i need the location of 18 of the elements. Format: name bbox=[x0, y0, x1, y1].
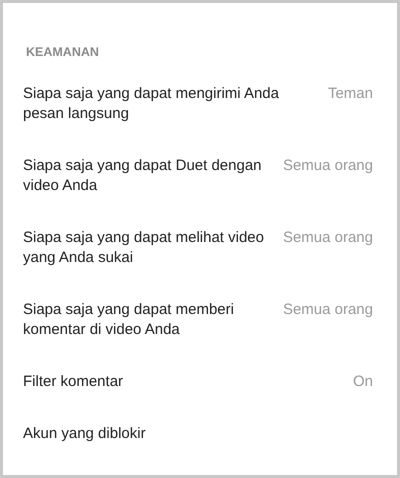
settings-row[interactable]: Akun yang diblokir bbox=[3, 408, 397, 460]
setting-value: Semua orang bbox=[282, 300, 373, 320]
settings-row[interactable]: Siapa saja yang dapat memberi komentar di video Anda Semua orang bbox=[3, 284, 397, 356]
setting-value: Teman bbox=[328, 84, 373, 104]
setting-value: Semua orang bbox=[282, 156, 373, 176]
setting-label: Siapa saja yang dapat Duet dengan video Anda bbox=[23, 156, 263, 196]
setting-label: Siapa saja yang dapat memberi komentar di video Anda bbox=[23, 300, 235, 340]
section-title: KEAMANAN bbox=[25, 45, 100, 59]
setting-label: Akun yang diblokir bbox=[23, 424, 147, 444]
settings-row[interactable]: Filter komentar On bbox=[3, 356, 397, 408]
setting-label: Siapa saja yang dapat mengirimi Anda pesan langsung bbox=[23, 84, 280, 124]
settings-row[interactable]: Siapa saja yang dapat Duet dengan video Anda Semua orang bbox=[3, 140, 397, 212]
setting-label: Filter komentar bbox=[23, 372, 124, 392]
settings-row[interactable]: Siapa saja yang dapat mengirimi Anda pesan langsung Teman bbox=[3, 68, 397, 140]
settings-row[interactable]: Siapa saja yang dapat melihat video yang Anda sukai Semua orang bbox=[3, 212, 397, 284]
setting-value: On bbox=[352, 372, 373, 392]
setting-label: Siapa saja yang dapat melihat video yang Anda sukai bbox=[23, 228, 265, 268]
setting-value: Semua orang bbox=[282, 228, 373, 248]
